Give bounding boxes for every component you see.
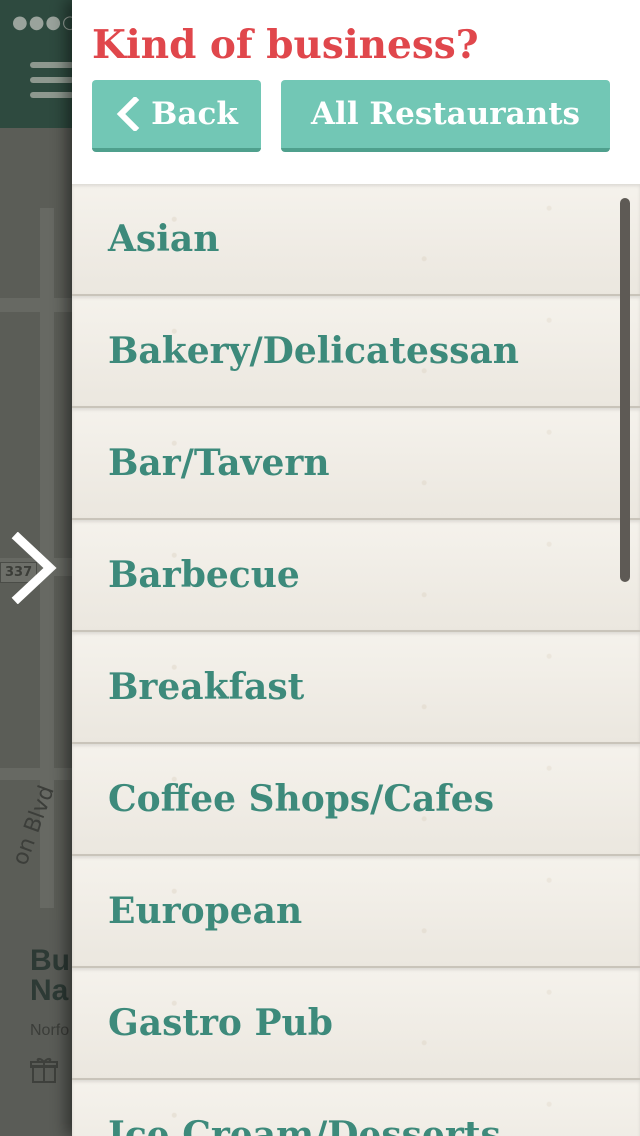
category-label: Ice Cream/Desserts [108,1114,501,1136]
background-card-subtitle: Norfo [30,1022,70,1039]
chevron-left-icon [116,97,140,131]
all-restaurants-label: All Restaurants [310,96,580,132]
scrollbar[interactable] [620,198,630,582]
category-item-ice-cream-desserts[interactable]: Ice Cream/Desserts [72,1080,640,1136]
category-item-breakfast[interactable]: Breakfast [72,632,640,744]
chevron-right-icon[interactable] [10,532,60,604]
drawer-title: Kind of business? [92,22,479,68]
category-item-barbecue[interactable]: Barbecue [72,520,640,632]
category-label: Coffee Shops/Cafes [108,778,494,820]
gift-icon [30,1057,58,1083]
category-item-bakery-delicatessan[interactable]: Bakery/Delicatessan [72,296,640,408]
category-item-gastro-pub[interactable]: Gastro Pub [72,968,640,1080]
category-label: Gastro Pub [108,1002,333,1044]
back-button[interactable]: Back [92,80,261,152]
category-label: Asian [108,218,220,260]
hamburger-icon [30,62,74,104]
category-item-coffee-shops-cafes[interactable]: Coffee Shops/Cafes [72,744,640,856]
all-restaurants-button[interactable]: All Restaurants [281,80,610,152]
category-label: Barbecue [108,554,300,596]
category-item-bar-tavern[interactable]: Bar/Tavern [72,408,640,520]
drawer-header: Kind of business? Back All Restaurants [72,0,640,184]
category-label: Breakfast [108,666,305,708]
category-list[interactable]: Asian Bakery/Delicatessan Bar/Tavern Bar… [72,184,640,1136]
category-drawer: Kind of business? Back All Restaurants A… [72,0,640,1136]
back-button-label: Back [151,96,238,132]
category-label: Bar/Tavern [108,442,330,484]
category-label: Bakery/Delicatessan [108,330,519,372]
category-item-asian[interactable]: Asian [72,184,640,296]
category-label: European [108,890,303,932]
category-item-european[interactable]: European [72,856,640,968]
background-card-title: Bu Na [30,946,70,1006]
